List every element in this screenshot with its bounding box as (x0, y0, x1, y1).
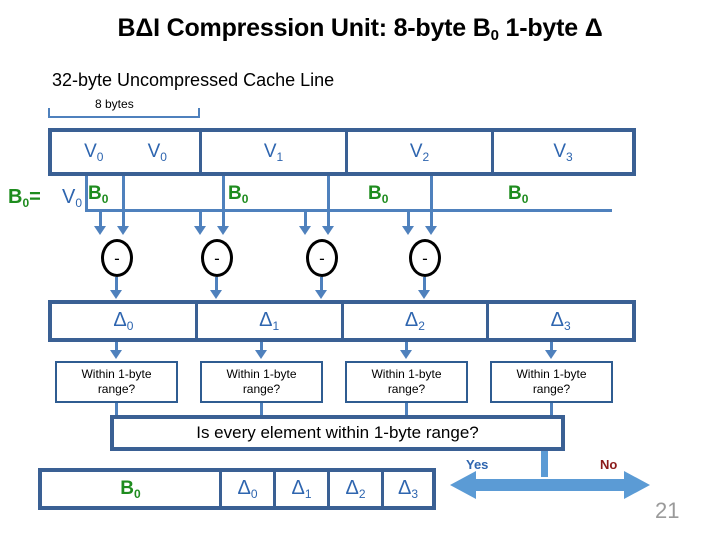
subtract-operator-1: - (201, 239, 233, 277)
cache-cell-0-label-a: V0 (84, 140, 104, 164)
delta-arrow-head-3 (418, 290, 430, 299)
subtract-operator-0: - (101, 239, 133, 277)
compressed-cache-line: B0 Δ0 Δ1 Δ2 Δ3 (38, 468, 436, 510)
question-wire-0 (115, 403, 118, 415)
range-check-box-3[interactable]: Within 1-byte range? (490, 361, 613, 403)
compressed-delta-cell-1[interactable]: Δ1 (276, 472, 330, 506)
title-suffix: 1-byte Δ (498, 14, 603, 42)
broadcast-base-label-3: B0 (508, 183, 529, 206)
range-check-box-0[interactable]: Within 1-byte range? (55, 361, 178, 403)
compressed-delta-label-0: Δ0 (237, 477, 258, 501)
cache-cell-0-label-b: V0 (147, 140, 167, 164)
value-arrow-head-1 (217, 226, 229, 235)
compressed-base-cell[interactable]: B0 (42, 472, 222, 506)
value-tap-wire-2 (327, 176, 330, 228)
delta-cell-3-label: Δ3 (550, 309, 571, 333)
check-arrow-head-1 (255, 350, 267, 359)
compressed-delta-cell-2[interactable]: Δ2 (330, 472, 384, 506)
delta-cell-0-label: Δ0 (113, 309, 134, 333)
base-broadcast-bus (85, 209, 612, 212)
cache-cell-0[interactable]: V0 V0 (52, 132, 202, 172)
check-arrow-head-0 (110, 350, 122, 359)
delta-cell-2-label: Δ2 (404, 309, 425, 333)
cache-cell-1[interactable]: V1 (202, 132, 348, 172)
check-arrow-head-2 (400, 350, 412, 359)
base-equals-label: B0= (8, 186, 41, 210)
compressed-delta-cell-3[interactable]: Δ3 (384, 472, 432, 506)
cache-cell-1-label: V1 (263, 140, 284, 164)
delta-cell-1[interactable]: Δ1 (198, 304, 344, 338)
dimension-line (48, 116, 200, 118)
range-check-3-line2: range? (532, 382, 571, 396)
cache-cell-3[interactable]: V3 (494, 132, 632, 172)
range-check-box-2[interactable]: Within 1-byte range? (345, 361, 468, 403)
title-subscript: 0 (490, 27, 499, 44)
delta-arrow-head-1 (210, 290, 222, 299)
subtract-operator-3: - (409, 239, 441, 277)
value-tap-wire-0 (122, 176, 125, 228)
value-tap-wire-1 (222, 176, 225, 228)
delta-arrow-head-0 (110, 290, 122, 299)
range-check-1-line1: Within 1-byte (226, 367, 297, 381)
dimension-tick-left (48, 108, 50, 118)
slide-canvas: BΔI Compression Unit: 8-byte B0 1-byte Δ… (0, 0, 720, 540)
cache-cell-2-label: V2 (409, 140, 430, 164)
base-arrow-head-3 (402, 226, 414, 235)
check-arrow-head-3 (545, 350, 557, 359)
cache-cell-3-label: V3 (553, 140, 573, 164)
range-check-2-line2: range? (387, 382, 426, 396)
broadcast-base-label-0: B0 (88, 183, 109, 206)
value-arrow-head-2 (322, 226, 334, 235)
uncompressed-cache-line: V0 V0 V1 V2 V3 (48, 128, 636, 176)
dimension-tick-right (198, 108, 200, 118)
decision-question-text: Is every element within 1-byte range? (196, 423, 479, 442)
question-wire-1 (260, 403, 263, 415)
decision-question-box[interactable]: Is every element within 1-byte range? (110, 415, 565, 451)
range-check-3-line1: Within 1-byte (516, 367, 587, 381)
delta-cell-1-label: Δ1 (259, 309, 280, 333)
value-tap-wire-3 (430, 176, 433, 228)
compressed-delta-label-1: Δ1 (291, 477, 312, 501)
compressed-base-label: B0 (120, 477, 141, 501)
decision-double-arrow-icon (450, 471, 650, 499)
subtract-operator-2: - (306, 239, 338, 277)
delta-cell-0[interactable]: Δ0 (52, 304, 198, 338)
delta-cell-2[interactable]: Δ2 (344, 304, 490, 338)
compressed-delta-label-2: Δ2 (345, 477, 366, 501)
range-check-box-1[interactable]: Within 1-byte range? (200, 361, 323, 403)
compressed-delta-cell-0[interactable]: Δ0 (222, 472, 276, 506)
base-arrow-head-2 (299, 226, 311, 235)
base-arrow-head-0 (94, 226, 106, 235)
title-prefix: BΔI Compression Unit: 8-byte B (117, 14, 491, 42)
delta-row: Δ0 Δ1 Δ2 Δ3 (48, 300, 636, 342)
range-check-0-line2: range? (97, 382, 136, 396)
subtitle-uncompressed-cache-line: 32-byte Uncompressed Cache Line (52, 70, 335, 90)
compressed-delta-label-3: Δ3 (397, 477, 419, 501)
value-arrow-head-3 (425, 226, 437, 235)
base-value-label: V0 (62, 186, 83, 210)
value-arrow-head-0 (117, 226, 129, 235)
question-wire-2 (405, 403, 408, 415)
broadcast-base-label-2: B0 (368, 183, 389, 206)
delta-cell-3[interactable]: Δ3 (489, 304, 632, 338)
question-wire-3 (550, 403, 553, 415)
page-title: BΔI Compression Unit: 8-byte B0 1-byte Δ (0, 14, 720, 44)
range-check-1-line2: range? (242, 382, 281, 396)
range-check-0-line1: Within 1-byte (81, 367, 152, 381)
range-check-2-line1: Within 1-byte (371, 367, 442, 381)
cache-cell-2[interactable]: V2 (348, 132, 494, 172)
page-number: 21 (655, 498, 680, 523)
delta-arrow-head-2 (315, 290, 327, 299)
dimension-label-8-bytes: 8 bytes (95, 97, 134, 111)
broadcast-base-label-1: B0 (228, 183, 249, 206)
base-arrow-head-1 (194, 226, 206, 235)
